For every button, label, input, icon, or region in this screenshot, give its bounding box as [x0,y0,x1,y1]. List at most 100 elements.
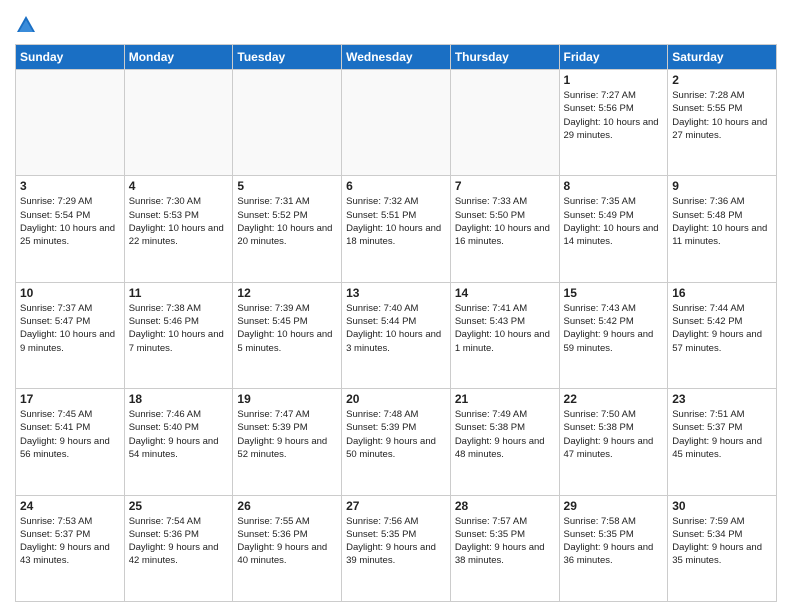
calendar-day-cell: 9 Sunrise: 7:36 AM Sunset: 5:48 PM Daylig… [668,176,777,282]
day-number: 22 [564,392,664,406]
calendar-day-cell: 11 Sunrise: 7:38 AM Sunset: 5:46 PM Dayli… [124,282,233,388]
day-number: 18 [129,392,229,406]
calendar-day-cell: 13 Sunrise: 7:40 AM Sunset: 5:44 PM Dayli… [342,282,451,388]
weekday-header-row: SundayMondayTuesdayWednesdayThursdayFrid… [16,45,777,70]
day-number: 21 [455,392,555,406]
day-number: 19 [237,392,337,406]
day-number: 16 [672,286,772,300]
weekday-header-wednesday: Wednesday [342,45,451,70]
calendar-day-cell: 20 Sunrise: 7:48 AM Sunset: 5:39 PM Dayli… [342,389,451,495]
calendar-week-row: 3 Sunrise: 7:29 AM Sunset: 5:54 PM Daylig… [16,176,777,282]
calendar-day-cell: 16 Sunrise: 7:44 AM Sunset: 5:42 PM Dayli… [668,282,777,388]
day-info: Sunrise: 7:47 AM Sunset: 5:39 PM Dayligh… [237,408,337,461]
day-number: 8 [564,179,664,193]
day-info: Sunrise: 7:57 AM Sunset: 5:35 PM Dayligh… [455,515,555,568]
day-number: 11 [129,286,229,300]
day-info: Sunrise: 7:32 AM Sunset: 5:51 PM Dayligh… [346,195,446,248]
day-info: Sunrise: 7:41 AM Sunset: 5:43 PM Dayligh… [455,302,555,355]
day-number: 28 [455,499,555,513]
calendar-day-cell: 18Sunrise: 7:46 AM Sunset: 5:40 PM Dayli… [124,389,233,495]
day-number: 9 [672,179,772,193]
day-info: Sunrise: 7:39 AM Sunset: 5:45 PM Dayligh… [237,302,337,355]
day-info: Sunrise: 7:35 AM Sunset: 5:49 PM Dayligh… [564,195,664,248]
calendar-day-cell: 29 Sunrise: 7:58 AM Sunset: 5:35 PM Dayli… [559,495,668,601]
calendar-empty-cell [342,70,451,176]
calendar-empty-cell [450,70,559,176]
calendar-day-cell: 28 Sunrise: 7:57 AM Sunset: 5:35 PM Dayli… [450,495,559,601]
calendar-day-cell: 25 Sunrise: 7:54 AM Sunset: 5:36 PM Dayli… [124,495,233,601]
weekday-header-tuesday: Tuesday [233,45,342,70]
day-info: Sunrise: 7:29 AM Sunset: 5:54 PM Dayligh… [20,195,120,248]
day-info: Sunrise: 7:40 AM Sunset: 5:44 PM Dayligh… [346,302,446,355]
day-info: Sunrise: 7:33 AM Sunset: 5:50 PM Dayligh… [455,195,555,248]
day-info: Sunrise: 7:37 AM Sunset: 5:47 PM Dayligh… [20,302,120,355]
calendar-empty-cell [124,70,233,176]
calendar-day-cell: 26 Sunrise: 7:55 AM Sunset: 5:36 PM Dayli… [233,495,342,601]
calendar-day-cell: 6 Sunrise: 7:32 AM Sunset: 5:51 PM Daylig… [342,176,451,282]
day-number: 14 [455,286,555,300]
calendar-day-cell: 22Sunrise: 7:50 AM Sunset: 5:38 PM Dayli… [559,389,668,495]
day-number: 1 [564,73,664,87]
calendar-day-cell: 1 Sunrise: 7:27 AM Sunset: 5:56 PM Daylig… [559,70,668,176]
calendar-day-cell: 15Sunrise: 7:43 AM Sunset: 5:42 PM Dayli… [559,282,668,388]
day-number: 10 [20,286,120,300]
weekday-header-sunday: Sunday [16,45,125,70]
day-number: 7 [455,179,555,193]
day-info: Sunrise: 7:59 AM Sunset: 5:34 PM Dayligh… [672,515,772,568]
day-number: 2 [672,73,772,87]
weekday-header-saturday: Saturday [668,45,777,70]
day-number: 5 [237,179,337,193]
day-number: 26 [237,499,337,513]
calendar-day-cell: 2Sunrise: 7:28 AM Sunset: 5:55 PM Daylig… [668,70,777,176]
day-info: Sunrise: 7:44 AM Sunset: 5:42 PM Dayligh… [672,302,772,355]
day-info: Sunrise: 7:54 AM Sunset: 5:36 PM Dayligh… [129,515,229,568]
day-info: Sunrise: 7:27 AM Sunset: 5:56 PM Dayligh… [564,89,664,142]
day-number: 29 [564,499,664,513]
calendar-day-cell: 14 Sunrise: 7:41 AM Sunset: 5:43 PM Dayli… [450,282,559,388]
weekday-header-monday: Monday [124,45,233,70]
day-number: 3 [20,179,120,193]
header [15,10,777,36]
day-info: Sunrise: 7:55 AM Sunset: 5:36 PM Dayligh… [237,515,337,568]
calendar-day-cell: 27Sunrise: 7:56 AM Sunset: 5:35 PM Dayli… [342,495,451,601]
day-info: Sunrise: 7:38 AM Sunset: 5:46 PM Dayligh… [129,302,229,355]
calendar-day-cell: 3 Sunrise: 7:29 AM Sunset: 5:54 PM Daylig… [16,176,125,282]
day-info: Sunrise: 7:36 AM Sunset: 5:48 PM Dayligh… [672,195,772,248]
logo [15,14,41,36]
logo-icon [15,14,37,36]
page: SundayMondayTuesdayWednesdayThursdayFrid… [0,0,792,612]
calendar-week-row: 17Sunrise: 7:45 AM Sunset: 5:41 PM Dayli… [16,389,777,495]
day-info: Sunrise: 7:48 AM Sunset: 5:39 PM Dayligh… [346,408,446,461]
calendar-day-cell: 8 Sunrise: 7:35 AM Sunset: 5:49 PM Daylig… [559,176,668,282]
calendar-day-cell: 4 Sunrise: 7:30 AM Sunset: 5:53 PM Daylig… [124,176,233,282]
calendar-day-cell: 7 Sunrise: 7:33 AM Sunset: 5:50 PM Daylig… [450,176,559,282]
day-number: 20 [346,392,446,406]
calendar-day-cell: 12 Sunrise: 7:39 AM Sunset: 5:45 PM Dayli… [233,282,342,388]
calendar-day-cell: 23Sunrise: 7:51 AM Sunset: 5:37 PM Dayli… [668,389,777,495]
day-info: Sunrise: 7:49 AM Sunset: 5:38 PM Dayligh… [455,408,555,461]
day-number: 6 [346,179,446,193]
day-info: Sunrise: 7:58 AM Sunset: 5:35 PM Dayligh… [564,515,664,568]
day-info: Sunrise: 7:43 AM Sunset: 5:42 PM Dayligh… [564,302,664,355]
calendar-week-row: 1 Sunrise: 7:27 AM Sunset: 5:56 PM Daylig… [16,70,777,176]
day-number: 25 [129,499,229,513]
calendar-week-row: 10 Sunrise: 7:37 AM Sunset: 5:47 PM Dayli… [16,282,777,388]
day-info: Sunrise: 7:53 AM Sunset: 5:37 PM Dayligh… [20,515,120,568]
day-number: 13 [346,286,446,300]
calendar-empty-cell [233,70,342,176]
calendar-day-cell: 5 Sunrise: 7:31 AM Sunset: 5:52 PM Daylig… [233,176,342,282]
day-number: 12 [237,286,337,300]
calendar-day-cell: 10 Sunrise: 7:37 AM Sunset: 5:47 PM Dayli… [16,282,125,388]
weekday-header-thursday: Thursday [450,45,559,70]
weekday-header-friday: Friday [559,45,668,70]
day-info: Sunrise: 7:31 AM Sunset: 5:52 PM Dayligh… [237,195,337,248]
day-number: 4 [129,179,229,193]
day-info: Sunrise: 7:45 AM Sunset: 5:41 PM Dayligh… [20,408,120,461]
calendar-day-cell: 17Sunrise: 7:45 AM Sunset: 5:41 PM Dayli… [16,389,125,495]
calendar-empty-cell [16,70,125,176]
day-number: 30 [672,499,772,513]
calendar-week-row: 24Sunrise: 7:53 AM Sunset: 5:37 PM Dayli… [16,495,777,601]
calendar-day-cell: 24Sunrise: 7:53 AM Sunset: 5:37 PM Dayli… [16,495,125,601]
calendar-day-cell: 21 Sunrise: 7:49 AM Sunset: 5:38 PM Dayli… [450,389,559,495]
day-info: Sunrise: 7:30 AM Sunset: 5:53 PM Dayligh… [129,195,229,248]
